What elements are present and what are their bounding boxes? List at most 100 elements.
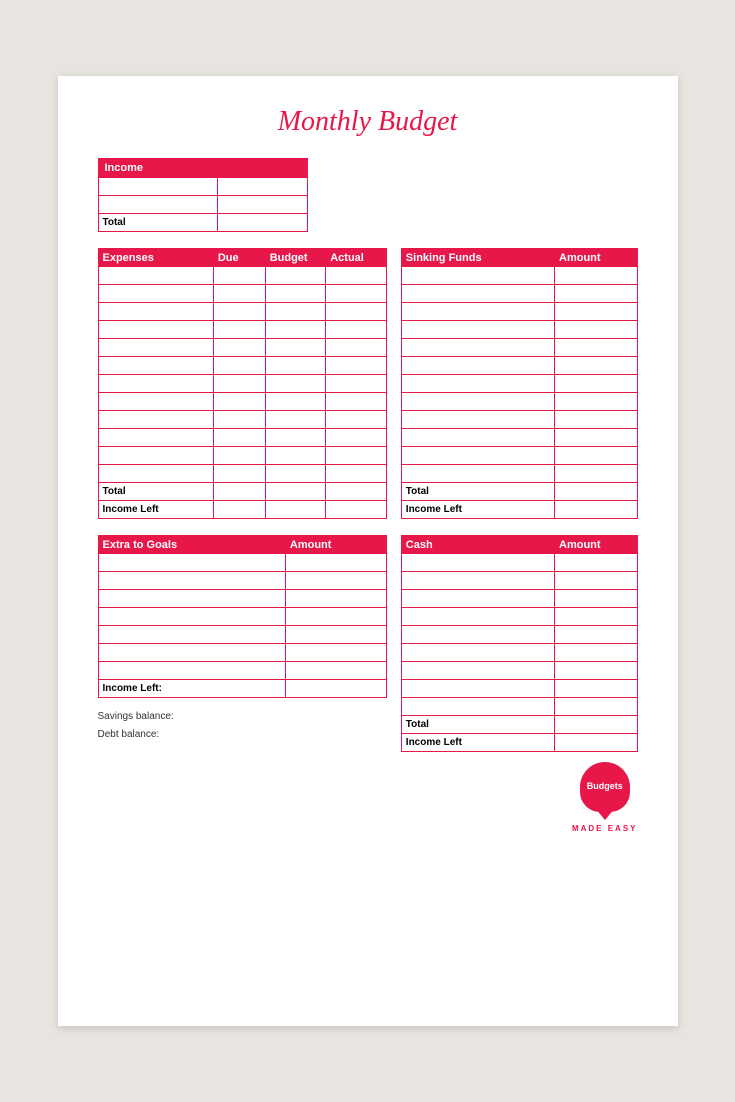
expenses-row-3 [98, 303, 386, 321]
income-section: Income Total [98, 158, 638, 232]
eg-row-4 [98, 608, 386, 626]
sf-income-left-row: Income Left [401, 501, 637, 519]
cash-row-6 [401, 644, 637, 662]
expenses-income-left-due [213, 501, 265, 519]
cash-row-4 [401, 608, 637, 626]
expenses-income-left-label: Income Left [98, 501, 213, 519]
income-total-row: Total [98, 214, 307, 232]
sf-total-value [555, 483, 638, 501]
sf-total-row: Total [401, 483, 637, 501]
expenses-row-12 [98, 465, 386, 483]
expenses-row-5 [98, 339, 386, 357]
cash-income-left-value [555, 734, 638, 752]
expenses-total-due [213, 483, 265, 501]
expenses-header-row: Expenses Due Budget Actual [98, 249, 386, 267]
sinking-funds-amount-header: Amount [555, 249, 638, 267]
sf-total-label: Total [401, 483, 554, 501]
cash-header-row: Cash Amount [401, 536, 637, 554]
eg-income-left-label: Income Left: [98, 680, 285, 698]
cash-row-2 [401, 572, 637, 590]
extra-goals-amount-header: Amount [285, 536, 386, 554]
extra-goals-header-row: Extra to Goals Amount [98, 536, 386, 554]
expenses-row-2 [98, 285, 386, 303]
cash-income-left-row: Income Left [401, 734, 637, 752]
eg-row-6 [98, 644, 386, 662]
logo-container: Budgets MADE EASY [572, 762, 638, 833]
expenses-total-actual [326, 483, 387, 501]
expenses-total-row: Total [98, 483, 386, 501]
expenses-row-11 [98, 447, 386, 465]
expenses-header-expenses: Expenses [98, 249, 213, 267]
sf-row-8 [401, 393, 637, 411]
cash-row-3 [401, 590, 637, 608]
page-title: Monthly Budget [98, 106, 638, 138]
sinking-funds-col: Sinking Funds Amount T [401, 248, 638, 519]
cash-row-9 [401, 698, 637, 716]
logo-area: Budgets MADE EASY [401, 762, 638, 833]
expenses-total-label: Total [98, 483, 213, 501]
expenses-row-8 [98, 393, 386, 411]
sf-income-left-value [555, 501, 638, 519]
sinking-funds-header-row: Sinking Funds Amount [401, 249, 637, 267]
cash-total-row: Total [401, 716, 637, 734]
income-label-2 [98, 196, 217, 214]
bottom-labels: Savings balance: Debt balance: [98, 708, 387, 744]
expenses-header-budget: Budget [265, 249, 326, 267]
extra-goals-header: Extra to Goals [98, 536, 285, 554]
cash-row-5 [401, 626, 637, 644]
expenses-header-actual: Actual [326, 249, 387, 267]
income-total-label: Total [98, 214, 217, 232]
cash-total-label: Total [401, 716, 554, 734]
income-header: Income [98, 159, 307, 178]
expenses-col: Expenses Due Budget Actual [98, 248, 387, 519]
expenses-row-9 [98, 411, 386, 429]
expenses-total-budget [265, 483, 326, 501]
extra-goals-table: Extra to Goals Amount Income Left: [98, 535, 387, 698]
expenses-row-4 [98, 321, 386, 339]
expenses-income-left-actual [326, 501, 387, 519]
cash-row-7 [401, 662, 637, 680]
income-header-row: Income [98, 159, 307, 178]
sf-row-6 [401, 357, 637, 375]
sf-row-10 [401, 429, 637, 447]
expenses-header-due: Due [213, 249, 265, 267]
bottom-two-col: Extra to Goals Amount Income Left: [98, 535, 638, 833]
eg-income-left-row: Income Left: [98, 680, 386, 698]
cash-income-left-label: Income Left [401, 734, 554, 752]
expenses-table: Expenses Due Budget Actual [98, 248, 387, 519]
cash-col: Cash Amount Total [401, 535, 638, 833]
debt-balance-label: Debt balance: [98, 726, 387, 744]
income-label-1 [98, 178, 217, 196]
savings-balance-label: Savings balance: [98, 708, 387, 726]
expenses-row-6 [98, 357, 386, 375]
page: Monthly Budget Income [58, 76, 678, 1026]
sf-row-5 [401, 339, 637, 357]
main-two-col: Expenses Due Budget Actual [98, 248, 638, 519]
sf-row-1 [401, 267, 637, 285]
cash-row-8 [401, 680, 637, 698]
extra-goals-col: Extra to Goals Amount Income Left: [98, 535, 387, 833]
income-value-2 [217, 196, 307, 214]
expenses-row-7 [98, 375, 386, 393]
sf-row-7 [401, 375, 637, 393]
eg-row-2 [98, 572, 386, 590]
expenses-row-10 [98, 429, 386, 447]
expenses-income-left-budget [265, 501, 326, 519]
logo-label: MADE EASY [572, 824, 638, 833]
eg-row-3 [98, 590, 386, 608]
expenses-row-1 [98, 267, 386, 285]
sinking-funds-table: Sinking Funds Amount T [401, 248, 638, 519]
sf-row-2 [401, 285, 637, 303]
eg-income-left-value [285, 680, 386, 698]
eg-row-1 [98, 554, 386, 572]
sf-row-3 [401, 303, 637, 321]
income-table: Income Total [98, 158, 308, 232]
income-data-row-1 [98, 178, 307, 196]
eg-row-5 [98, 626, 386, 644]
cash-total-value [555, 716, 638, 734]
sf-row-11 [401, 447, 637, 465]
cash-amount-header: Amount [555, 536, 638, 554]
income-total-value [217, 214, 307, 232]
cash-row-1 [401, 554, 637, 572]
sinking-funds-header: Sinking Funds [401, 249, 554, 267]
